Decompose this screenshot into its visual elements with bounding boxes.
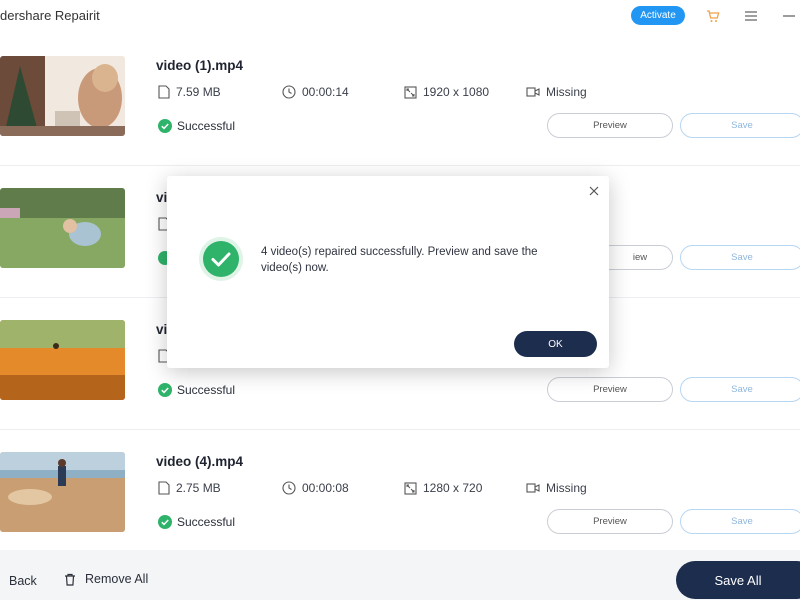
- resolution-value: 1280 x 720: [423, 481, 483, 495]
- success-check-icon: [198, 236, 244, 282]
- preview-label: iew: [632, 252, 648, 263]
- audio-value: Missing: [546, 481, 587, 495]
- save-button[interactable]: Save: [680, 509, 800, 534]
- clock-icon: [282, 85, 296, 99]
- activate-button[interactable]: Activate: [631, 6, 685, 25]
- clock-icon: [282, 481, 296, 495]
- close-icon[interactable]: [587, 184, 601, 198]
- status-text: Successful: [177, 119, 236, 133]
- remove-all-button[interactable]: Remove All: [64, 572, 148, 586]
- repair-status: Successful: [158, 514, 235, 530]
- duration: 00:00:14: [282, 84, 349, 100]
- video-thumbnail[interactable]: [0, 56, 125, 136]
- resolution: 1280 x 720: [404, 480, 482, 496]
- preview-button[interactable]: Preview: [547, 113, 673, 138]
- trash-icon: [65, 573, 75, 586]
- success-check-icon: [158, 119, 172, 133]
- remove-all-label: Remove All: [85, 572, 149, 586]
- audio-value: Missing: [546, 85, 587, 99]
- success-check-icon: [158, 383, 172, 397]
- preview-button[interactable]: Preview: [547, 377, 673, 402]
- audio: Missing: [526, 84, 587, 100]
- repair-status: Successful: [158, 118, 235, 134]
- resolution-value: 1920 x 1080: [423, 85, 490, 99]
- resolution-icon: [404, 85, 417, 99]
- video-thumbnail[interactable]: [0, 452, 125, 532]
- menu-icon[interactable]: [742, 7, 760, 25]
- save-all-button[interactable]: Save All: [676, 561, 800, 599]
- cart-icon[interactable]: [704, 7, 722, 25]
- duration-value: 00:00:08: [302, 481, 349, 495]
- ok-button[interactable]: OK: [514, 331, 597, 357]
- repair-status: Successful: [158, 382, 235, 398]
- save-button[interactable]: Save: [680, 113, 800, 138]
- save-button[interactable]: Save: [680, 377, 800, 402]
- file-size: 7.59 MB: [158, 84, 221, 100]
- title-bar: dershare Repairit Activate: [0, 0, 800, 34]
- duration: 00:00:08: [282, 480, 349, 496]
- minimize-icon[interactable]: [780, 7, 798, 25]
- success-dialog: 4 video(s) repaired successfully. Previe…: [167, 176, 609, 368]
- resolution-icon: [404, 481, 417, 495]
- back-button[interactable]: Back: [9, 574, 37, 588]
- file-size-value: 2.75 MB: [176, 481, 221, 495]
- video-filename: video (4).mp4: [156, 454, 244, 469]
- dialog-message: 4 video(s) repaired successfully. Previe…: [261, 246, 538, 274]
- audio: Missing: [526, 480, 587, 496]
- repairit-window: dershare Repairit Activate video (1).mp4…: [0, 0, 800, 600]
- video-thumbnail[interactable]: [0, 320, 125, 400]
- video-filename: video (1).mp4: [156, 58, 244, 73]
- video-item: video (1).mp4 7.59 MB 00:00:14 1920 x 10…: [0, 34, 800, 166]
- status-text: Successful: [177, 515, 236, 529]
- video-filename: vi: [156, 190, 168, 205]
- success-check-icon: [158, 515, 172, 529]
- status-text: Successful: [177, 383, 236, 397]
- file-icon: [158, 85, 170, 99]
- save-button[interactable]: Save: [680, 245, 800, 270]
- duration-value: 00:00:14: [302, 85, 349, 99]
- video-camera-icon: [526, 483, 540, 493]
- video-filename: vi: [156, 322, 168, 337]
- file-icon: [158, 481, 170, 495]
- app-title: dershare Repairit: [0, 8, 100, 23]
- video-item: video (4).mp4 2.75 MB 00:00:08 1280 x 72…: [0, 430, 800, 562]
- video-camera-icon: [526, 87, 540, 97]
- footer-bar: Back Remove All Save All: [0, 550, 800, 600]
- video-thumbnail[interactable]: [0, 188, 125, 268]
- file-size: 2.75 MB: [158, 480, 221, 496]
- file-size-value: 7.59 MB: [176, 85, 221, 99]
- preview-button[interactable]: Preview: [547, 509, 673, 534]
- resolution: 1920 x 1080: [404, 84, 489, 100]
